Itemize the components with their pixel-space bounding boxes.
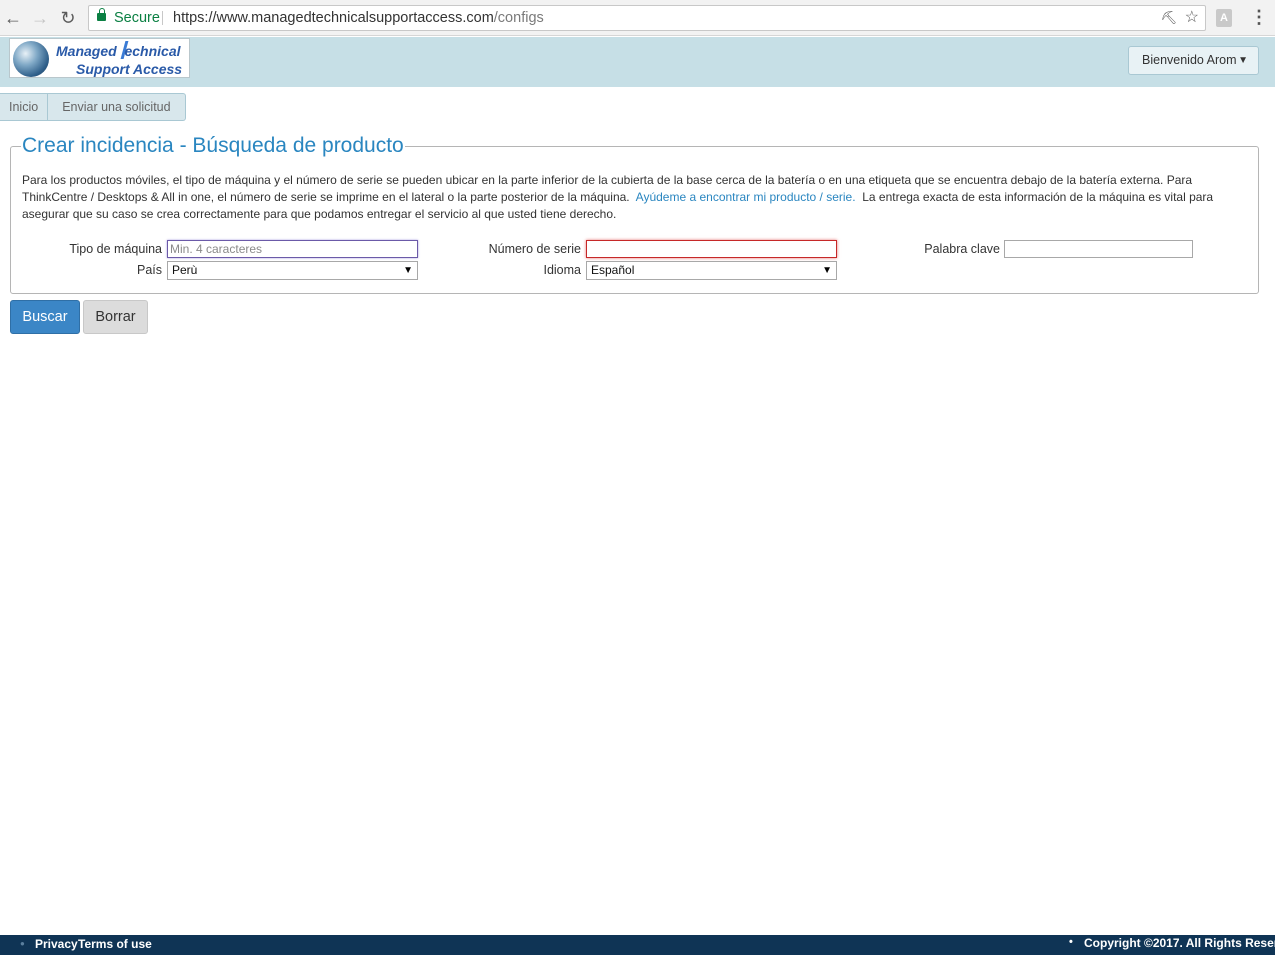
machine-type-label: Tipo de máquina [69,242,162,256]
language-select[interactable]: Español ▼ [586,261,837,280]
nav-tabs: Inicio Enviar una solicitud [0,93,186,121]
logo-line-1: Managed echnical [56,43,181,59]
secure-label: Secure [114,10,160,26]
help-find-product-link[interactable]: Ayúdeme a encontrar mi producto / serie. [636,190,856,204]
serial-number-label: Número de serie [488,242,581,256]
machine-type-placeholder: Min. 4 caracteres [170,242,263,256]
dropdown-arrow-icon: ▼ [403,265,413,276]
search-button[interactable]: Buscar [10,300,80,334]
forward-arrow-icon[interactable]: → [29,7,51,29]
machine-type-input[interactable]: Min. 4 caracteres [167,240,418,258]
globe-icon [13,41,49,77]
logo-word-technical: echnical [124,43,181,59]
user-menu-button[interactable]: Bienvenido Arom ▼ [1128,46,1259,75]
site-footer: ● Privacy Terms of use • Copyright ©2017… [0,935,1275,955]
keyword-input[interactable] [1004,240,1193,258]
copyright-text: Copyright ©2017. All Rights Reserved [1084,936,1275,950]
url-path: /configs [493,10,544,26]
dropdown-arrow-icon: ▼ [822,265,832,276]
lock-icon [97,8,106,21]
reload-icon[interactable]: ↻ [57,7,79,29]
omnibox-divider [162,11,163,25]
site-logo[interactable]: Managed echnical Support Access [9,38,190,78]
language-selected-value: Español [591,263,635,277]
browser-menu-icon[interactable]: ⋮ [1250,7,1268,29]
country-select[interactable]: Perù ▼ [167,261,418,280]
country-selected-value: Perù [172,263,198,277]
url-host: https://www.managedtechnicalsupportacces… [173,10,494,26]
terms-of-use-link[interactable]: Terms of use [78,937,152,951]
instructions-text: Para los productos móviles, el tipo de m… [22,172,1242,223]
bookmark-star-icon[interactable]: ☆ [1185,6,1199,30]
logo-line-2: Support Access [76,61,183,77]
country-label: País [136,263,162,277]
tab-enviar-solicitud[interactable]: Enviar una solicitud [48,93,186,121]
footer-bullet: • [1069,936,1073,948]
browser-toolbar: ← → ↻ Secure https://www.managedtechnica… [0,0,1275,36]
user-menu-label: Bienvenido Arom [1142,53,1237,67]
caret-down-icon: ▼ [1238,55,1248,66]
tab-inicio[interactable]: Inicio [0,93,49,121]
serial-number-input[interactable] [586,240,837,258]
url-text[interactable]: https://www.managedtechnicalsupportacces… [173,6,544,30]
clear-button[interactable]: Borrar [83,300,148,334]
pdf-extension-icon[interactable]: A [1216,9,1232,27]
address-bar[interactable]: Secure https://www.managedtechnicalsuppo… [88,5,1206,31]
back-arrow-icon[interactable]: ← [2,7,24,29]
page-title: Crear incidencia - Búsqueda de producto [21,134,405,158]
key-icon[interactable]: ⛏ [1160,6,1177,30]
language-label: Idioma [543,263,581,277]
keyword-label: Palabra clave [924,242,1000,256]
logo-word-managed: Managed [56,43,117,59]
site-header: Managed echnical Support Access Bienveni… [0,37,1275,87]
footer-bullet: ● [20,939,25,948]
privacy-link[interactable]: Privacy [35,937,78,951]
